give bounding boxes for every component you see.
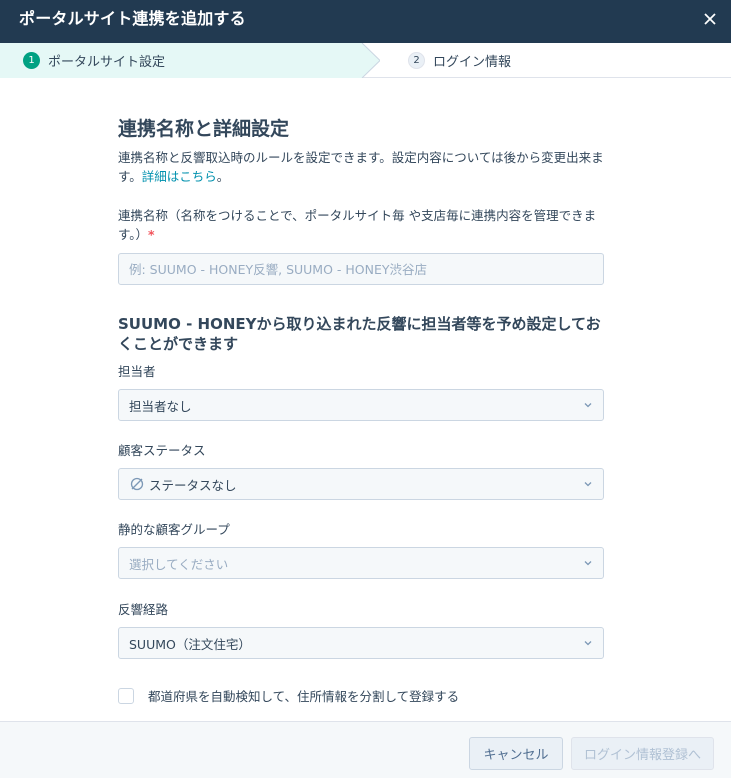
cancel-button[interactable]: キャンセル: [469, 737, 563, 770]
channel-select[interactable]: SUUMO（注文住宅）: [118, 627, 604, 659]
group-select[interactable]: 選択してください: [118, 547, 604, 579]
details-link[interactable]: 詳細はこちら: [142, 169, 217, 184]
subsection-title: SUUMO - HONEYから取り込まれた反響に担当者等を予め設定しておくことが…: [118, 315, 601, 353]
status-value: ステータスなし: [149, 477, 237, 493]
status-select[interactable]: ステータスなし: [118, 468, 604, 500]
modal-footer: キャンセル ログイン情報登録へ: [0, 721, 731, 778]
channel-value: SUUMO（注文住宅）: [129, 636, 251, 652]
section-description: 連携名称と反響取込時のルールを設定できます。設定内容については後から変更出来ます…: [118, 148, 608, 186]
step-number: 2: [408, 52, 425, 69]
step-portal-settings[interactable]: 1 ポータルサイト設定: [23, 43, 165, 78]
chevron-down-icon: [584, 403, 592, 408]
integration-name-input[interactable]: [118, 253, 604, 285]
empty-set-icon: [130, 477, 144, 491]
required-mark: *: [148, 227, 155, 242]
status-value-wrap: ステータスなし: [129, 475, 583, 494]
modal-title: ポータルサイト連携を追加する: [19, 9, 246, 28]
auto-detect-prefecture-checkbox[interactable]: [118, 687, 134, 704]
auto-detect-prefecture-row: 都道府県を自動検知して、住所情報を分割して登録する: [118, 686, 459, 705]
status-label: 顧客ステータス: [118, 443, 206, 458]
chevron-down-icon: [584, 561, 592, 566]
step-label: ポータルサイト設定: [48, 55, 166, 70]
owner-label: 担当者: [118, 364, 156, 379]
name-field-label: 連携名称（名称をつけることで、ポータルサイト毎 や支店毎に連携内容を管理できます…: [118, 206, 608, 244]
step-indicator: 1 ポータルサイト設定 2 ログイン情報: [0, 43, 731, 78]
name-label-text: 連携名称（名称をつけることで、ポータルサイト毎 や支店毎に連携内容を管理できます…: [118, 208, 597, 242]
next-login-button[interactable]: ログイン情報登録へ: [571, 737, 714, 770]
owner-value: 担当者なし: [129, 398, 192, 414]
modal-header: ポータルサイト連携を追加する: [0, 0, 731, 43]
group-placeholder: 選択してください: [129, 556, 229, 572]
owner-select[interactable]: 担当者なし: [118, 389, 604, 421]
group-label: 静的な顧客グループ: [118, 522, 230, 537]
chevron-down-icon: [584, 641, 592, 646]
section-title: 連携名称と詳細設定: [118, 118, 290, 140]
channel-label: 反響経路: [118, 602, 169, 617]
step-login-info[interactable]: 2 ログイン情報: [408, 43, 511, 78]
description-end: 。: [216, 169, 230, 184]
checkbox-label: 都道府県を自動検知して、住所情報を分割して登録する: [148, 689, 460, 704]
close-icon[interactable]: [697, 6, 723, 32]
chevron-down-icon: [584, 482, 592, 487]
step-label: ログイン情報: [433, 55, 512, 70]
step-number: 1: [23, 52, 40, 69]
